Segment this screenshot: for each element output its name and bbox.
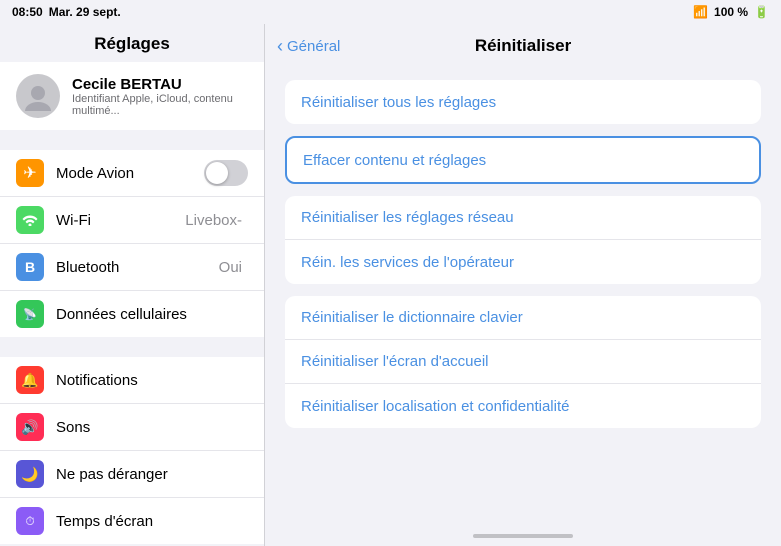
profile-name: Cecile BERTAU bbox=[72, 76, 248, 93]
reset-operator-item[interactable]: Réin. les services de l'opérateur bbox=[285, 240, 761, 284]
wifi-icon: 📶 bbox=[693, 5, 708, 19]
battery-level: 100 % bbox=[714, 5, 748, 19]
avatar bbox=[16, 74, 60, 118]
toggle-knob bbox=[206, 162, 228, 184]
wifi-label: Wi-Fi bbox=[56, 212, 185, 229]
home-indicator bbox=[265, 526, 781, 546]
bluetooth-icon: B bbox=[16, 253, 44, 281]
reset-home-item[interactable]: Réinitialiser l'écran d'accueil bbox=[285, 340, 761, 384]
donotdisturb-icon: 🌙 bbox=[16, 460, 44, 488]
sidebar-item-wifi[interactable]: Wi-Fi Livebox- bbox=[0, 197, 264, 244]
reset-home-label: Réinitialiser l'écran d'accueil bbox=[301, 353, 488, 370]
status-bar: 08:50 Mar. 29 sept. 📶 100 % 🔋 bbox=[0, 0, 781, 24]
back-chevron-icon: ‹ bbox=[277, 37, 283, 55]
reset-location-item[interactable]: Réinitialiser localisation et confidenti… bbox=[285, 384, 761, 428]
sidebar-title: Réglages bbox=[0, 24, 264, 62]
status-date: Mar. 29 sept. bbox=[49, 5, 121, 19]
reset-network-label: Réinitialiser les réglages réseau bbox=[301, 209, 514, 226]
bluetooth-value: Oui bbox=[219, 259, 242, 276]
erase-content-item[interactable]: Effacer contenu et réglages bbox=[287, 138, 759, 182]
settings-group-system: 🔔 Notifications 🔊 Sons 🌙 Ne pas déranger… bbox=[0, 357, 264, 544]
airplane-icon: ✈ bbox=[16, 159, 44, 187]
screentime-label: Temps d'écran bbox=[56, 513, 248, 530]
back-button[interactable]: ‹ Général bbox=[277, 37, 340, 55]
reset-operator-label: Réin. les services de l'opérateur bbox=[301, 254, 514, 271]
screentime-icon: ⏱ bbox=[16, 507, 44, 535]
reset-keyboard-item[interactable]: Réinitialiser le dictionnaire clavier bbox=[285, 296, 761, 340]
erase-content-label: Effacer contenu et réglages bbox=[303, 152, 486, 169]
notifications-label: Notifications bbox=[56, 372, 248, 389]
sidebar: Réglages Cecile BERTAU Identifiant Apple… bbox=[0, 24, 265, 546]
reset-network-item[interactable]: Réinitialiser les réglages réseau bbox=[285, 196, 761, 240]
cellular-icon: 📡 bbox=[16, 300, 44, 328]
sidebar-item-airplane[interactable]: ✈ Mode Avion bbox=[0, 150, 264, 197]
main-layout: Réglages Cecile BERTAU Identifiant Apple… bbox=[0, 24, 781, 546]
sounds-icon: 🔊 bbox=[16, 413, 44, 441]
home-bar bbox=[473, 534, 573, 538]
sidebar-item-bluetooth[interactable]: B Bluetooth Oui bbox=[0, 244, 264, 291]
settings-group-connectivity: ✈ Mode Avion Wi-Fi Livebox- B Bluetooth … bbox=[0, 150, 264, 337]
sounds-label: Sons bbox=[56, 419, 248, 436]
reset-all-settings-item[interactable]: Réinitialiser tous les réglages bbox=[285, 80, 761, 124]
detail-group-misc: Réinitialiser le dictionnaire clavier Ré… bbox=[285, 296, 761, 428]
battery-icon: 🔋 bbox=[754, 5, 769, 19]
back-label: Général bbox=[287, 38, 340, 55]
detail-panel: ‹ Général Réinitialiser Réinitialiser to… bbox=[265, 24, 781, 546]
detail-group-network: Réinitialiser les réglages réseau Réin. … bbox=[285, 196, 761, 284]
sidebar-item-donotdisturb[interactable]: 🌙 Ne pas déranger bbox=[0, 451, 264, 498]
donotdisturb-label: Ne pas déranger bbox=[56, 466, 248, 483]
sidebar-item-screentime[interactable]: ⏱ Temps d'écran bbox=[0, 498, 264, 544]
status-bar-left: 08:50 Mar. 29 sept. bbox=[12, 5, 121, 19]
status-bar-right: 📶 100 % 🔋 bbox=[693, 5, 769, 19]
sidebar-item-cellular[interactable]: 📡 Données cellulaires bbox=[0, 291, 264, 337]
status-time: 08:50 bbox=[12, 5, 43, 19]
reset-keyboard-label: Réinitialiser le dictionnaire clavier bbox=[301, 309, 523, 326]
profile-info: Cecile BERTAU Identifiant Apple, iCloud,… bbox=[72, 76, 248, 117]
cellular-label: Données cellulaires bbox=[56, 306, 248, 323]
profile-subtitle: Identifiant Apple, iCloud, contenu multi… bbox=[72, 93, 248, 117]
detail-group-erase-highlighted: Effacer contenu et réglages bbox=[285, 136, 761, 184]
detail-group-reset-all: Réinitialiser tous les réglages bbox=[285, 80, 761, 124]
sidebar-item-sounds[interactable]: 🔊 Sons bbox=[0, 404, 264, 451]
wifi-icon-sidebar bbox=[16, 206, 44, 234]
airplane-toggle[interactable] bbox=[204, 160, 248, 186]
bluetooth-label: Bluetooth bbox=[56, 259, 219, 276]
reset-all-label: Réinitialiser tous les réglages bbox=[301, 94, 496, 111]
wifi-value: Livebox- bbox=[185, 212, 242, 229]
sidebar-item-notifications[interactable]: 🔔 Notifications bbox=[0, 357, 264, 404]
detail-title: Réinitialiser bbox=[475, 36, 571, 56]
reset-location-label: Réinitialiser localisation et confidenti… bbox=[301, 398, 569, 415]
notifications-icon: 🔔 bbox=[16, 366, 44, 394]
airplane-label: Mode Avion bbox=[56, 165, 204, 182]
detail-content: Réinitialiser tous les réglages Effacer … bbox=[265, 68, 781, 526]
detail-nav: ‹ Général Réinitialiser bbox=[265, 24, 781, 68]
profile-section[interactable]: Cecile BERTAU Identifiant Apple, iCloud,… bbox=[0, 62, 264, 130]
